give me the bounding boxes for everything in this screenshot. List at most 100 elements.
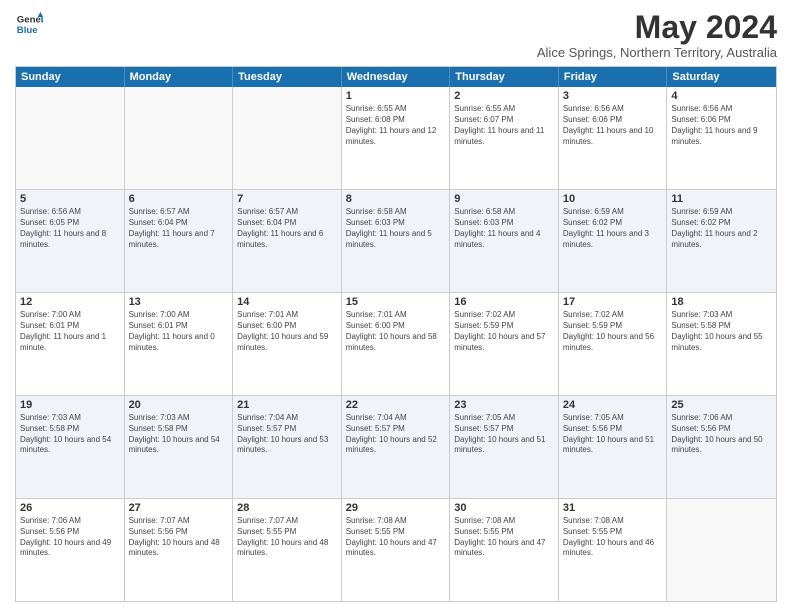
header-day-wednesday: Wednesday bbox=[342, 67, 451, 87]
calendar-cell-3-2: 21 Sunrise: 7:04 AM Sunset: 5:57 PM Dayli… bbox=[233, 396, 342, 498]
calendar-cell-4-3: 29Sunrise: 7:08 AM Sunset: 5:55 PM Dayli… bbox=[342, 499, 451, 601]
day-number: 7 bbox=[237, 193, 337, 205]
day-number: 3 bbox=[563, 90, 663, 102]
calendar-cell-0-4: 2 Sunrise: 6:55 AM Sunset: 6:07 PM Daylig… bbox=[450, 87, 559, 189]
calendar-cell-0-6: 4Sunrise: 6:56 AM Sunset: 6:06 PM Daylig… bbox=[667, 87, 776, 189]
cell-text: Sunrise: 7:02 AM Sunset: 5:59 PM Dayligh… bbox=[563, 310, 663, 353]
cell-text: Sunrise: 7:04 AM Sunset: 5:57 PM Dayligh… bbox=[346, 413, 446, 456]
day-number: 16 bbox=[454, 296, 554, 308]
main-title: May 2024 bbox=[537, 10, 777, 45]
cell-text: Sunrise: 6:57 AM Sunset: 6:04 PM Dayligh… bbox=[129, 207, 229, 250]
cell-text: Sunrise: 7:01 AM Sunset: 6:00 PM Dayligh… bbox=[346, 310, 446, 353]
calendar-cell-0-0 bbox=[16, 87, 125, 189]
cell-text: Sunrise: 7:04 AM Sunset: 5:57 PM Dayligh… bbox=[237, 413, 337, 456]
cell-text: Sunrise: 7:01 AM Sunset: 6:00 PM Dayligh… bbox=[237, 310, 337, 353]
cell-text: Sunrise: 6:59 AM Sunset: 6:02 PM Dayligh… bbox=[563, 207, 663, 250]
calendar-cell-4-1: 27 Sunrise: 7:07 AM Sunset: 5:56 PM Dayli… bbox=[125, 499, 234, 601]
cell-text: Sunrise: 7:08 AM Sunset: 5:55 PM Dayligh… bbox=[563, 516, 663, 559]
calendar-body: 1Sunrise: 6:55 AM Sunset: 6:08 PM Daylig… bbox=[16, 87, 776, 601]
cell-text: Sunrise: 6:57 AM Sunset: 6:04 PM Dayligh… bbox=[237, 207, 337, 250]
header-day-tuesday: Tuesday bbox=[233, 67, 342, 87]
calendar-cell-4-0: 26 Sunrise: 7:06 AM Sunset: 5:56 PM Dayli… bbox=[16, 499, 125, 601]
calendar-cell-1-6: 11 Sunrise: 6:59 AM Sunset: 6:02 PM Dayli… bbox=[667, 190, 776, 292]
cell-text: Sunrise: 7:07 AM Sunset: 5:56 PM Dayligh… bbox=[129, 516, 229, 559]
cell-text: Sunrise: 7:05 AM Sunset: 5:57 PM Dayligh… bbox=[454, 413, 554, 456]
calendar-cell-2-0: 12 Sunrise: 7:00 AM Sunset: 6:01 PM Dayli… bbox=[16, 293, 125, 395]
header: General Blue May 2024 Alice Springs, Nor… bbox=[15, 10, 777, 60]
day-number: 22 bbox=[346, 399, 446, 411]
calendar-cell-2-6: 18 Sunrise: 7:03 AM Sunset: 5:58 PM Dayli… bbox=[667, 293, 776, 395]
calendar-row-3: 19 Sunrise: 7:03 AM Sunset: 5:58 PM Dayli… bbox=[16, 395, 776, 498]
day-number: 30 bbox=[454, 502, 554, 514]
calendar-cell-4-4: 30 Sunrise: 7:08 AM Sunset: 5:55 PM Dayli… bbox=[450, 499, 559, 601]
calendar-cell-4-5: 31Sunrise: 7:08 AM Sunset: 5:55 PM Dayli… bbox=[559, 499, 668, 601]
cell-text: Sunrise: 6:56 AM Sunset: 6:06 PM Dayligh… bbox=[563, 104, 663, 147]
cell-text: Sunrise: 7:06 AM Sunset: 5:56 PM Dayligh… bbox=[671, 413, 772, 456]
calendar-cell-3-1: 20Sunrise: 7:03 AM Sunset: 5:58 PM Dayli… bbox=[125, 396, 234, 498]
title-block: May 2024 Alice Springs, Northern Territo… bbox=[537, 10, 777, 60]
calendar: SundayMondayTuesdayWednesdayThursdayFrid… bbox=[15, 66, 777, 602]
day-number: 13 bbox=[129, 296, 229, 308]
calendar-row-1: 5Sunrise: 6:56 AM Sunset: 6:05 PM Daylig… bbox=[16, 189, 776, 292]
calendar-cell-2-4: 16 Sunrise: 7:02 AM Sunset: 5:59 PM Dayli… bbox=[450, 293, 559, 395]
cell-text: Sunrise: 6:58 AM Sunset: 6:03 PM Dayligh… bbox=[454, 207, 554, 250]
day-number: 11 bbox=[671, 193, 772, 205]
calendar-cell-2-2: 14 Sunrise: 7:01 AM Sunset: 6:00 PM Dayli… bbox=[233, 293, 342, 395]
calendar-cell-1-5: 10 Sunrise: 6:59 AM Sunset: 6:02 PM Dayli… bbox=[559, 190, 668, 292]
day-number: 14 bbox=[237, 296, 337, 308]
calendar-cell-4-2: 28Sunrise: 7:07 AM Sunset: 5:55 PM Dayli… bbox=[233, 499, 342, 601]
calendar-cell-0-5: 3 Sunrise: 6:56 AM Sunset: 6:06 PM Daylig… bbox=[559, 87, 668, 189]
day-number: 17 bbox=[563, 296, 663, 308]
day-number: 19 bbox=[20, 399, 120, 411]
day-number: 23 bbox=[454, 399, 554, 411]
day-number: 24 bbox=[563, 399, 663, 411]
cell-text: Sunrise: 6:56 AM Sunset: 6:05 PM Dayligh… bbox=[20, 207, 120, 250]
calendar-cell-3-5: 24Sunrise: 7:05 AM Sunset: 5:56 PM Dayli… bbox=[559, 396, 668, 498]
calendar-cell-3-0: 19 Sunrise: 7:03 AM Sunset: 5:58 PM Dayli… bbox=[16, 396, 125, 498]
calendar-cell-0-2 bbox=[233, 87, 342, 189]
day-number: 6 bbox=[129, 193, 229, 205]
cell-text: Sunrise: 7:00 AM Sunset: 6:01 PM Dayligh… bbox=[20, 310, 120, 353]
cell-text: Sunrise: 7:08 AM Sunset: 5:55 PM Dayligh… bbox=[346, 516, 446, 559]
day-number: 1 bbox=[346, 90, 446, 102]
calendar-cell-0-1 bbox=[125, 87, 234, 189]
calendar-cell-1-3: 8 Sunrise: 6:58 AM Sunset: 6:03 PM Daylig… bbox=[342, 190, 451, 292]
cell-text: Sunrise: 7:03 AM Sunset: 5:58 PM Dayligh… bbox=[20, 413, 120, 456]
calendar-row-0: 1Sunrise: 6:55 AM Sunset: 6:08 PM Daylig… bbox=[16, 87, 776, 189]
cell-text: Sunrise: 6:56 AM Sunset: 6:06 PM Dayligh… bbox=[671, 104, 772, 147]
cell-text: Sunrise: 7:00 AM Sunset: 6:01 PM Dayligh… bbox=[129, 310, 229, 353]
calendar-cell-4-6 bbox=[667, 499, 776, 601]
logo: General Blue bbox=[15, 10, 43, 38]
header-day-monday: Monday bbox=[125, 67, 234, 87]
svg-text:Blue: Blue bbox=[17, 25, 38, 36]
day-number: 10 bbox=[563, 193, 663, 205]
calendar-cell-0-3: 1Sunrise: 6:55 AM Sunset: 6:08 PM Daylig… bbox=[342, 87, 451, 189]
header-day-saturday: Saturday bbox=[667, 67, 776, 87]
logo-icon: General Blue bbox=[15, 10, 43, 38]
cell-text: Sunrise: 6:58 AM Sunset: 6:03 PM Dayligh… bbox=[346, 207, 446, 250]
day-number: 25 bbox=[671, 399, 772, 411]
day-number: 15 bbox=[346, 296, 446, 308]
cell-text: Sunrise: 7:02 AM Sunset: 5:59 PM Dayligh… bbox=[454, 310, 554, 353]
calendar-cell-3-3: 22 Sunrise: 7:04 AM Sunset: 5:57 PM Dayli… bbox=[342, 396, 451, 498]
calendar-cell-2-1: 13 Sunrise: 7:00 AM Sunset: 6:01 PM Dayli… bbox=[125, 293, 234, 395]
cell-text: Sunrise: 7:06 AM Sunset: 5:56 PM Dayligh… bbox=[20, 516, 120, 559]
day-number: 18 bbox=[671, 296, 772, 308]
day-number: 8 bbox=[346, 193, 446, 205]
day-number: 12 bbox=[20, 296, 120, 308]
day-number: 9 bbox=[454, 193, 554, 205]
cell-text: Sunrise: 7:07 AM Sunset: 5:55 PM Dayligh… bbox=[237, 516, 337, 559]
calendar-header: SundayMondayTuesdayWednesdayThursdayFrid… bbox=[16, 67, 776, 87]
cell-text: Sunrise: 7:08 AM Sunset: 5:55 PM Dayligh… bbox=[454, 516, 554, 559]
cell-text: Sunrise: 6:59 AM Sunset: 6:02 PM Dayligh… bbox=[671, 207, 772, 250]
calendar-cell-1-1: 6 Sunrise: 6:57 AM Sunset: 6:04 PM Daylig… bbox=[125, 190, 234, 292]
day-number: 27 bbox=[129, 502, 229, 514]
cell-text: Sunrise: 6:55 AM Sunset: 6:07 PM Dayligh… bbox=[454, 104, 554, 147]
header-day-thursday: Thursday bbox=[450, 67, 559, 87]
cell-text: Sunrise: 7:03 AM Sunset: 5:58 PM Dayligh… bbox=[671, 310, 772, 353]
day-number: 21 bbox=[237, 399, 337, 411]
calendar-row-2: 12 Sunrise: 7:00 AM Sunset: 6:01 PM Dayli… bbox=[16, 292, 776, 395]
calendar-row-4: 26 Sunrise: 7:06 AM Sunset: 5:56 PM Dayli… bbox=[16, 498, 776, 601]
day-number: 2 bbox=[454, 90, 554, 102]
day-number: 26 bbox=[20, 502, 120, 514]
